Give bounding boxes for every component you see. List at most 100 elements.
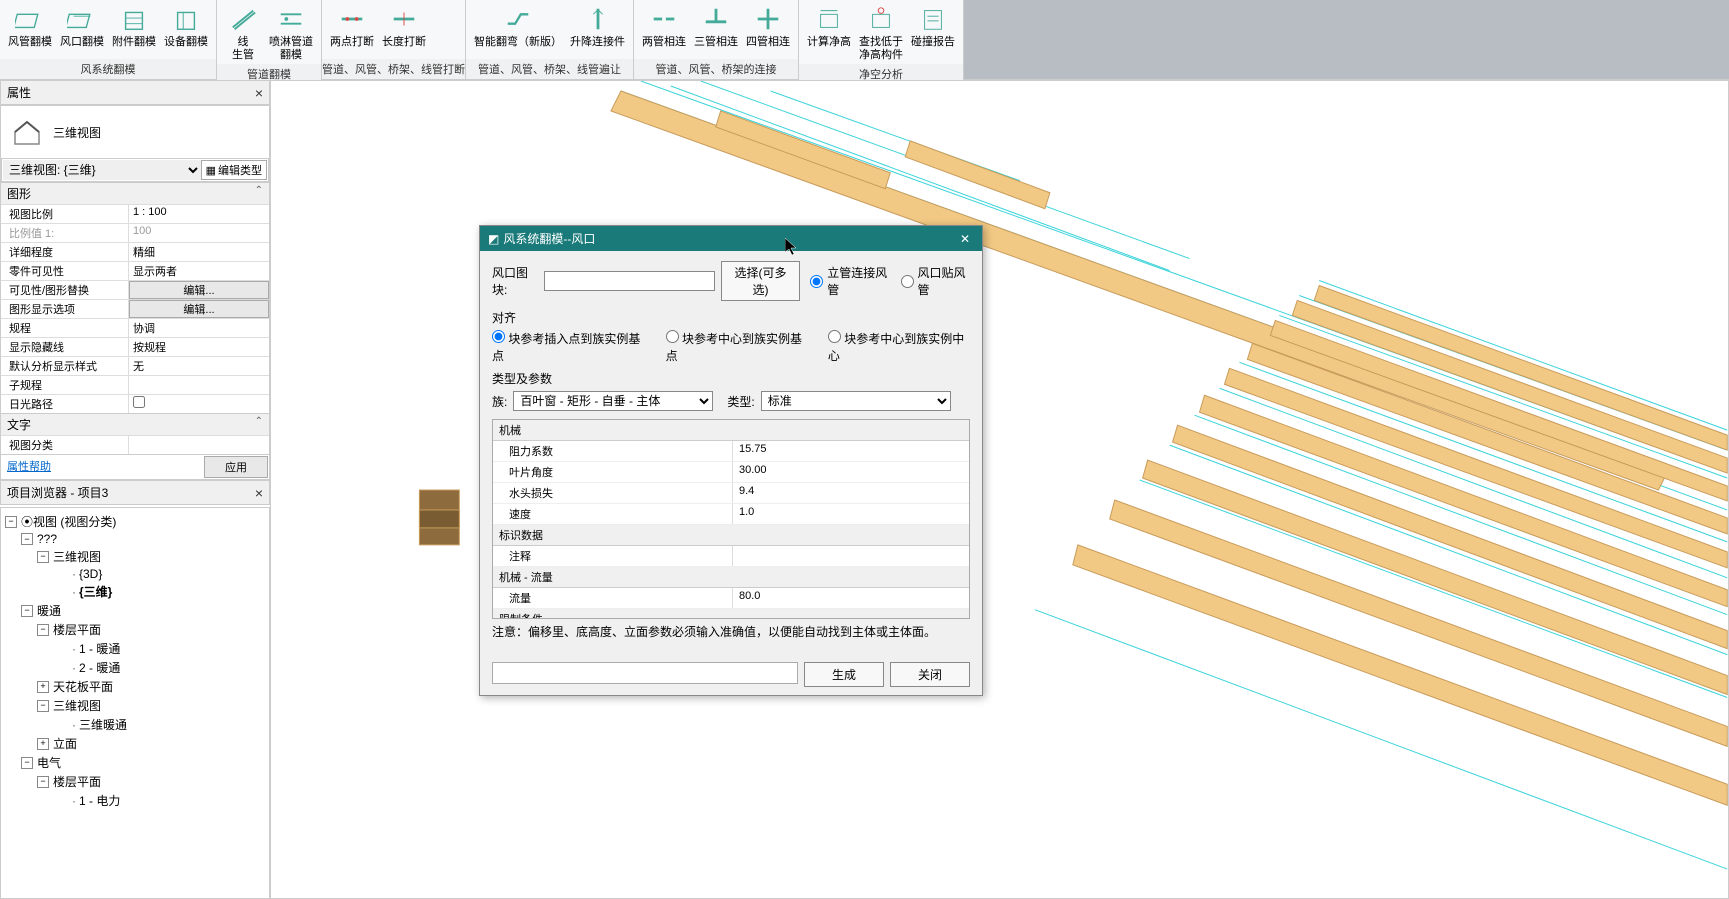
properties-close-icon[interactable]: × [255,85,263,101]
props-value[interactable]: 协调 [129,319,269,337]
tree-item[interactable]: −电气 [5,753,265,772]
param-row[interactable]: 注释 [493,546,969,567]
ribbon-group-title: 风系统翻模 [0,59,216,79]
properties-help-link[interactable]: 属性帮助 [1,455,203,479]
tree-toggle-icon[interactable]: − [37,700,49,712]
select-blocks-button[interactable]: 选择(可多选) [721,261,800,301]
props-value[interactable]: 显示两者 [129,262,269,280]
close-button[interactable]: 关闭 [890,662,970,687]
param-value[interactable]: 9.4 [733,483,969,503]
tree-item[interactable]: ·1 - 电力 [5,791,265,810]
param-value[interactable]: 80.0 [733,588,969,608]
ribbon-button-label: 四管相连 [746,36,790,49]
param-value[interactable] [733,546,969,566]
tree-toggle-icon[interactable]: − [21,533,33,545]
air-system-dialog: ◩ 风系统翻模--风口 ✕ 风口图块: 选择(可多选) 立管连接风管 风口贴风管… [479,225,983,696]
tree-item[interactable]: ·2 - 暖通 [5,658,265,677]
ribbon-button[interactable]: 两点打断 [326,2,378,59]
tree-item[interactable]: −三维视图 [5,696,265,715]
param-row[interactable]: 速度1.0 [493,504,969,525]
align-option-3[interactable]: 块参考中心到族实例中心 [828,330,970,364]
ribbon-button[interactable]: 三管相连 [690,2,742,59]
dialog-close-icon[interactable]: ✕ [956,232,974,246]
ribbon-button[interactable]: 风口翻模 [56,2,108,59]
tree-item[interactable]: −楼层平面 [5,620,265,639]
family-select[interactable]: 百叶窗 - 矩形 - 自垂 - 主体 [513,391,713,411]
edit-type-button[interactable]: ▦ 编辑类型 [201,160,267,180]
align-option-2[interactable]: 块参考中心到族实例基点 [666,330,808,364]
conn-radio-vertical[interactable]: 立管连接风管 [810,264,890,298]
tree-item[interactable]: ·{三维} [5,582,265,601]
props-checkbox[interactable] [133,396,145,408]
props-value[interactable] [129,376,269,394]
tree-toggle-icon[interactable]: + [37,681,49,693]
props-section-header[interactable]: 图形⌃ [1,182,269,204]
tree-toggle-icon[interactable]: − [37,551,49,563]
props-label: 日光路径 [1,395,129,413]
ribbon-button[interactable]: 长度打断 [378,2,430,59]
tree-toggle-icon[interactable]: − [37,624,49,636]
tree-label: 1 - 暖通 [79,640,120,657]
ribbon-button[interactable]: 喷淋管道翻模 [265,2,317,64]
param-value[interactable]: 30.00 [733,462,969,482]
tree-item[interactable]: −三维视图 [5,547,265,566]
tree-toggle-icon[interactable]: − [21,757,33,769]
props-value[interactable]: 1 : 100 [129,205,269,223]
props-value[interactable]: 精细 [129,243,269,261]
ribbon-button[interactable]: 设备翻模 [160,2,212,59]
properties-apply-button[interactable]: 应用 [204,456,268,478]
tree-item[interactable]: ·三维暖通 [5,715,265,734]
props-section-header[interactable]: 文字⌃ [1,413,269,435]
align-option-1[interactable]: 块参考插入点到族实例基点 [492,330,646,364]
tree-item[interactable]: ·1 - 暖通 [5,639,265,658]
props-value[interactable]: 100 [129,224,269,242]
ribbon-button[interactable]: 附件翻模 [108,2,160,59]
tree-item[interactable]: −??? [5,531,265,547]
props-edit-button[interactable]: 编辑... [129,281,269,299]
tree-item[interactable]: −暖通 [5,601,265,620]
ribbon-button[interactable]: 风管翻模 [4,2,56,59]
ribbon-icon [582,4,614,34]
dialog-titlebar[interactable]: ◩ 风系统翻模--风口 ✕ [480,226,982,251]
param-row[interactable]: 流量80.0 [493,588,969,609]
ribbon-button[interactable]: 查找低于净高构件 [855,2,907,64]
props-edit-button[interactable]: 编辑... [129,300,269,318]
tree-item[interactable]: +立面 [5,734,265,753]
ribbon-button[interactable]: 两管相连 [638,2,690,59]
ribbon-button[interactable]: 碰撞报告 [907,2,959,64]
ribbon-icon [502,4,534,34]
props-row: 详细程度精细 [1,242,269,261]
tree-root[interactable]: − ⦿ 视图 (视图分类) [5,512,265,531]
ribbon-button-label: 喷淋管道翻模 [269,36,313,62]
tree-item[interactable]: ·{3D} [5,566,265,582]
param-name: 水头损失 [493,483,733,503]
tree-toggle-icon[interactable]: − [37,776,49,788]
generate-button[interactable]: 生成 [804,662,884,687]
conn-radio-attach[interactable]: 风口贴风管 [901,264,970,298]
tree-item[interactable]: −楼层平面 [5,772,265,791]
ribbon-button[interactable]: 计算净高 [803,2,855,64]
block-input[interactable] [544,271,715,291]
ribbon-button[interactable]: 升降连接件 [566,2,629,59]
dialog-status-bar [492,662,798,684]
param-row[interactable]: 叶片角度30.00 [493,462,969,483]
tree-toggle-icon[interactable]: − [5,516,17,528]
param-row[interactable]: 阻力系数15.75 [493,441,969,462]
tree-toggle-icon[interactable]: − [21,605,33,617]
ribbon-icon [170,4,202,34]
tree-toggle-icon[interactable]: + [37,738,49,750]
project-browser-close-icon[interactable]: × [255,485,263,501]
ribbon-button[interactable]: 智能翻弯（新版） [470,2,566,59]
ribbon-button[interactable]: 线生管 [221,2,265,64]
props-value[interactable]: 无 [129,357,269,375]
param-value[interactable]: 1.0 [733,504,969,524]
param-value[interactable]: 15.75 [733,441,969,461]
props-value[interactable] [129,436,269,454]
parameter-grid[interactable]: 机械阻力系数15.75叶片角度30.00水头损失9.4速度1.0标识数据注释机械… [492,419,970,619]
props-value[interactable]: 按规程 [129,338,269,356]
type-select[interactable]: 标准 [761,391,951,411]
ribbon-button[interactable]: 四管相连 [742,2,794,59]
properties-instance-selector[interactable]: 三维视图: {三维} [3,160,201,180]
param-row[interactable]: 水头损失9.4 [493,483,969,504]
tree-item[interactable]: +天花板平面 [5,677,265,696]
